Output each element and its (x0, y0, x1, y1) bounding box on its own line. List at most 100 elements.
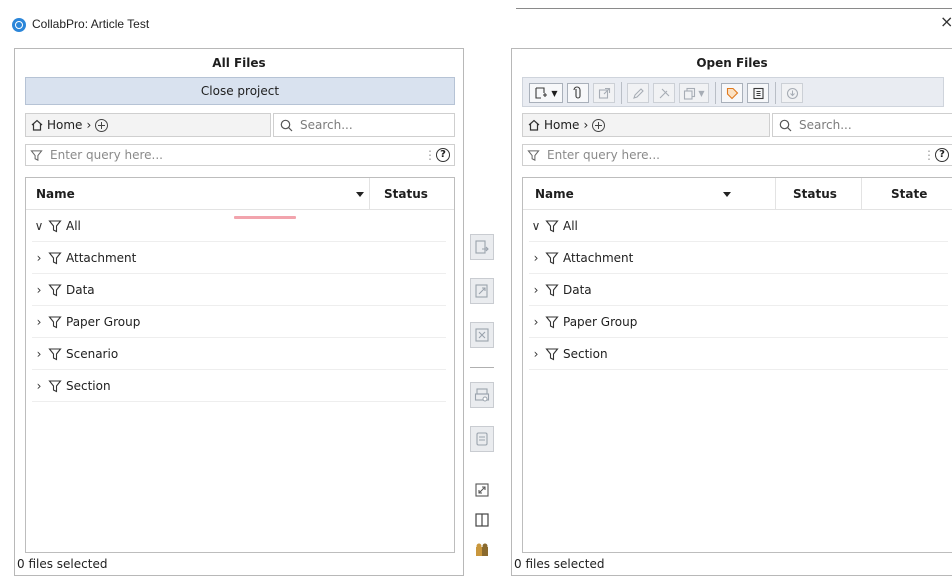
close-project-button[interactable]: Close project (25, 77, 455, 105)
filter-icon (48, 219, 62, 232)
filter-icon (545, 315, 559, 328)
query-input[interactable] (48, 147, 348, 163)
printer-icon (474, 388, 490, 402)
search-box (772, 113, 952, 137)
expand-icon[interactable] (474, 482, 490, 498)
chevron-down-icon[interactable]: ∨ (32, 219, 46, 233)
tree-row-label: Scenario (66, 346, 119, 361)
remove-button[interactable] (470, 322, 494, 348)
download-button[interactable] (781, 83, 803, 103)
query-separator: ⋮ (424, 148, 436, 162)
chevron-right-icon[interactable]: › (32, 251, 46, 265)
dropdown-caret-icon: ▼ (698, 88, 705, 98)
tree-row[interactable]: ∨ All (32, 210, 446, 242)
filter-icon (48, 379, 62, 392)
edit-move-button[interactable] (470, 278, 494, 304)
column-name[interactable]: Name (535, 187, 574, 201)
home-icon[interactable] (527, 118, 541, 132)
tree-row[interactable]: › Data (529, 274, 948, 306)
chevron-right-icon[interactable]: › (32, 283, 46, 297)
people-icon[interactable] (474, 542, 490, 558)
tree-row-label: Attachment (563, 250, 634, 265)
new-file-dropdown-button[interactable]: ▼ (529, 83, 563, 103)
close-window-button[interactable]: × (940, 13, 952, 31)
tree-row[interactable]: › Scenario (32, 338, 446, 370)
list-document-icon (752, 87, 764, 99)
tree-row[interactable]: › Attachment (529, 242, 948, 274)
tree-row[interactable]: › Section (529, 338, 948, 370)
add-circle-icon[interactable] (592, 118, 606, 132)
chevron-right-icon[interactable]: › (32, 347, 46, 361)
chevron-right-icon[interactable]: › (529, 251, 543, 265)
column-status[interactable]: Status (384, 187, 428, 201)
filter-icon (545, 347, 559, 360)
chevron-right-icon[interactable]: › (32, 315, 46, 329)
chevron-right-icon: › (86, 118, 92, 132)
open-external-button[interactable] (593, 83, 615, 103)
search-icon (280, 119, 293, 131)
title-bar: CollabPro: Article Test × (0, 0, 952, 44)
breadcrumb: Home › (25, 113, 271, 137)
properties-button[interactable] (747, 83, 769, 103)
search-input[interactable] (797, 117, 927, 133)
tree-row-label: Data (66, 282, 95, 297)
paperclip-icon (573, 86, 581, 99)
list-header: Name Status (26, 178, 454, 210)
chevron-right-icon[interactable]: › (529, 347, 543, 361)
search-input[interactable] (298, 117, 428, 133)
sort-caret-icon[interactable] (356, 192, 364, 197)
chevron-down-icon[interactable]: ∨ (529, 219, 543, 233)
window-title: CollabPro: Article Test (32, 17, 150, 31)
column-name[interactable]: Name (36, 187, 75, 201)
right-selection-status: 0 files selected (514, 557, 605, 571)
filter-icon (30, 149, 43, 161)
filter-icon (48, 283, 62, 296)
home-icon[interactable] (30, 118, 44, 132)
breadcrumb-home[interactable]: Home (47, 118, 82, 132)
document-copy-button[interactable] (470, 426, 494, 452)
chevron-right-icon[interactable]: › (529, 315, 543, 329)
app-logo-icon (12, 18, 26, 32)
sort-caret-icon[interactable] (723, 192, 731, 197)
tree-row[interactable]: › Paper Group (529, 306, 948, 338)
chevron-right-icon[interactable]: › (32, 379, 46, 393)
move-to-open-button[interactable] (470, 234, 494, 260)
breadcrumb-home[interactable]: Home (544, 118, 579, 132)
tree-row-label: Paper Group (66, 314, 141, 329)
all-files-panel: All Files Close project Home › ⋮ ? Name … (14, 48, 464, 576)
column-state[interactable]: State (891, 187, 927, 201)
unlink-button[interactable] (653, 83, 675, 103)
column-divider (775, 178, 776, 210)
copy-icon (684, 87, 696, 100)
add-circle-icon[interactable] (95, 118, 109, 132)
column-status[interactable]: Status (793, 187, 837, 201)
copy-dropdown-button[interactable]: ▼ (679, 83, 709, 103)
attach-button[interactable] (567, 83, 589, 103)
tree-row-label: Data (563, 282, 592, 297)
filter-icon (527, 149, 540, 161)
query-input[interactable] (545, 147, 845, 163)
split-view-icon[interactable] (474, 512, 490, 528)
help-icon[interactable]: ? (436, 148, 450, 162)
column-divider (861, 178, 862, 210)
tree-row[interactable]: ∨ All (529, 210, 948, 242)
tree-row-label: All (563, 218, 578, 233)
edit-out-icon (475, 284, 488, 298)
tree-row[interactable]: › Data (32, 274, 446, 306)
filter-icon (48, 347, 62, 360)
list-header: Name Status State (523, 178, 952, 210)
window-edge (516, 8, 952, 9)
tree-row[interactable]: › Attachment (32, 242, 446, 274)
chevron-right-icon[interactable]: › (529, 283, 543, 297)
search-icon (779, 119, 792, 131)
print-check-button[interactable] (470, 382, 494, 408)
tag-button[interactable] (721, 83, 743, 103)
edit-button[interactable] (627, 83, 649, 103)
open-files-title: Open Files (696, 56, 768, 70)
tree-row[interactable]: › Paper Group (32, 306, 446, 338)
unlink-icon (659, 88, 669, 98)
help-icon[interactable]: ? (935, 148, 949, 162)
tree-row[interactable]: › Section (32, 370, 446, 402)
open-files-panel: Open Files ▼ ▼ Home › Search... Enter qu… (511, 48, 952, 576)
filter-icon (545, 283, 559, 296)
